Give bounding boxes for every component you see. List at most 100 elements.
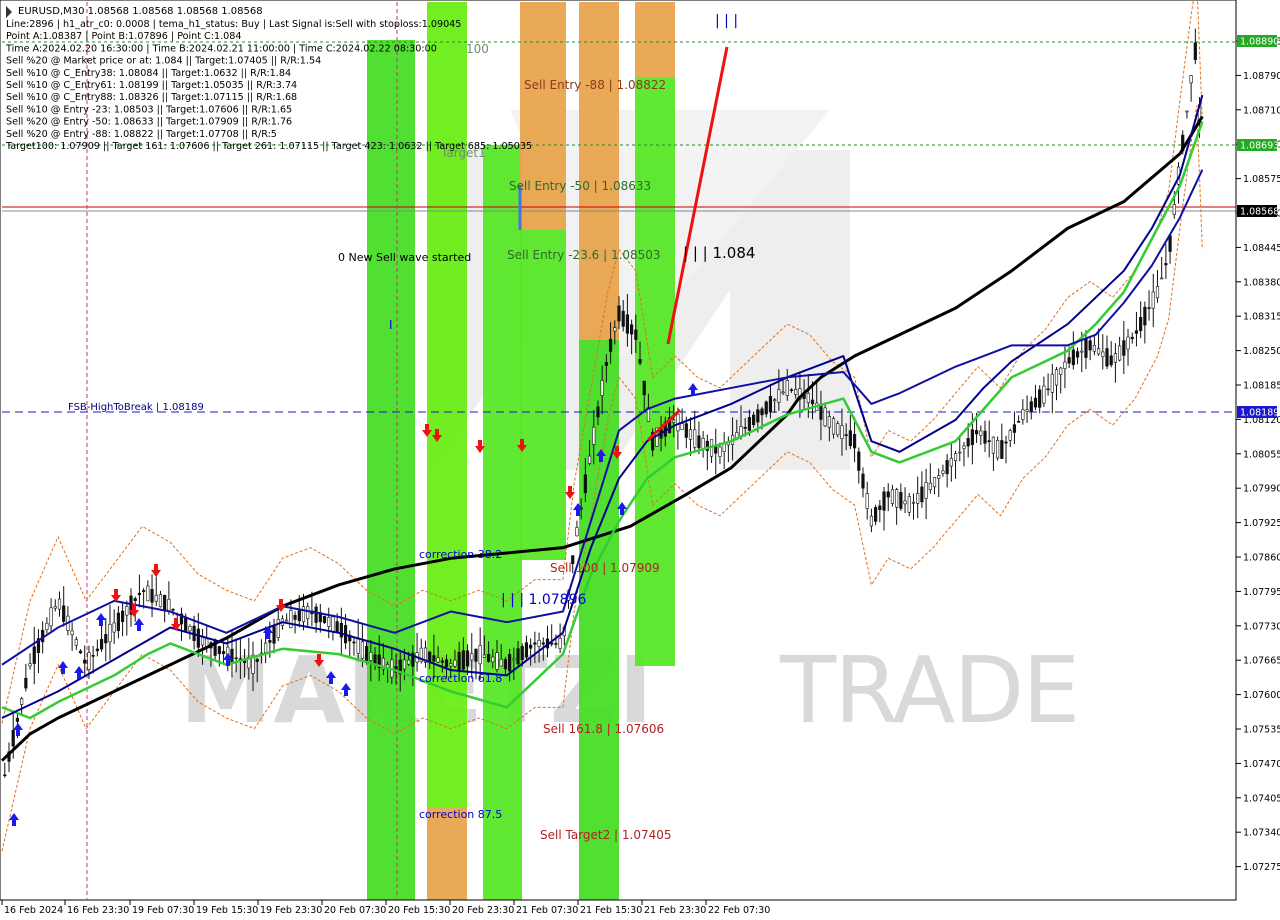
candle-body	[907, 496, 911, 513]
candle-body	[617, 305, 621, 322]
candle-body	[272, 626, 276, 644]
candle-body	[24, 677, 28, 689]
candle-body	[638, 359, 642, 364]
candle-body	[57, 598, 62, 610]
zone-bar	[579, 2, 619, 340]
candle-body	[171, 608, 175, 611]
candle-body	[74, 639, 78, 646]
annotation-label: | | | 1.07896	[501, 592, 586, 608]
candle-body	[1109, 355, 1113, 366]
candle-body	[920, 486, 924, 503]
y-tick-label: 1.07925	[1243, 518, 1280, 529]
y-tick-label: 1.07730	[1243, 621, 1280, 632]
candle-body	[773, 399, 777, 402]
candle-body	[861, 473, 865, 489]
candle-body	[1118, 345, 1122, 361]
candle-body	[285, 619, 289, 622]
x-tick-label: 20 Feb 15:30	[388, 905, 450, 916]
annotation-label: Sell 100 | 1.07909	[550, 561, 660, 575]
candle-body	[953, 453, 958, 462]
candle-body	[810, 399, 815, 405]
candle-body	[794, 389, 798, 395]
candle-body	[453, 659, 457, 667]
candle-body	[87, 652, 91, 670]
info-line: Sell %10 @ C_Entry61: 1.08199 || Target:…	[6, 80, 297, 91]
candle-body	[360, 641, 364, 659]
candle-body	[188, 625, 192, 632]
candle-body	[1080, 350, 1084, 353]
candle-body	[217, 646, 221, 655]
y-tick-label: 1.08710	[1243, 105, 1280, 116]
candle-body	[592, 426, 596, 445]
candle-body	[819, 404, 823, 420]
candle-body	[600, 380, 604, 396]
candle-body	[1008, 430, 1012, 441]
candle-body	[150, 589, 154, 603]
candle-body	[789, 389, 794, 391]
candle-body	[693, 429, 697, 448]
candle-body	[1038, 389, 1042, 408]
candle-body	[1050, 373, 1054, 393]
zone-bar	[635, 2, 675, 77]
candle-body	[747, 417, 752, 431]
candle-body	[184, 616, 188, 631]
candle-body	[970, 429, 974, 445]
candle-body	[1155, 286, 1160, 299]
x-tick-label: 16 Feb 23:30	[67, 905, 129, 916]
candle-body	[331, 616, 335, 633]
annotation-label: 100	[466, 42, 489, 56]
info-line: Line:2896 | h1_atr_c0: 0.0008 | tema_h1_…	[6, 19, 461, 30]
candle-body	[444, 659, 449, 668]
annotation-label: Sell 161.8 | 1.07606	[543, 722, 664, 736]
candle-body	[890, 489, 895, 504]
candle-body	[1101, 351, 1105, 358]
annotation-label: | | |	[715, 13, 738, 29]
x-tick-label: 16 Feb 2024	[4, 905, 63, 916]
candle-body	[1147, 307, 1151, 309]
candle-body	[806, 392, 810, 403]
price-tag-label: 1.08890	[1240, 37, 1279, 48]
candle-body	[373, 654, 377, 664]
candle-body	[1164, 263, 1168, 266]
candle-body	[432, 655, 436, 662]
x-tick-label: 19 Feb 23:30	[260, 905, 322, 916]
candle-body	[1130, 336, 1134, 340]
candle-body	[45, 622, 49, 630]
candle-body	[499, 658, 503, 667]
candle-body	[1096, 348, 1101, 355]
candle-body	[255, 659, 259, 662]
candle-body	[99, 639, 104, 650]
candle-body	[554, 643, 558, 645]
annotation-label: I	[389, 318, 393, 332]
candle-body	[886, 491, 890, 498]
candle-body	[1012, 424, 1017, 433]
candle-body	[339, 622, 343, 638]
candle-body	[1113, 353, 1118, 363]
candle-body	[407, 659, 411, 665]
zone-bar	[427, 808, 467, 900]
candle-body	[1054, 369, 1059, 386]
candle-body	[482, 654, 486, 658]
annotation-label: Sell Entry -23.6 | 1.08503	[507, 248, 661, 262]
candle-body	[95, 648, 99, 652]
candle-body	[32, 646, 36, 664]
candle-body	[1143, 306, 1147, 326]
zone-bar	[635, 77, 675, 666]
candle-body	[163, 594, 167, 612]
candle-body	[264, 642, 268, 653]
price-tag-label: 1.08693	[1240, 141, 1279, 152]
candle-body	[1185, 110, 1189, 113]
candle-body	[1063, 361, 1067, 369]
candle-body	[1046, 388, 1050, 391]
info-line: Sell %20 @ Market price or at: 1.084 || …	[6, 56, 321, 67]
annotation-label: Sell Entry -50 | 1.08633	[509, 179, 651, 193]
candle-body	[268, 640, 272, 643]
candle-body	[1084, 338, 1088, 358]
y-tick-label: 1.08185	[1243, 381, 1280, 392]
candle-body	[15, 717, 20, 722]
candle-body	[541, 642, 545, 645]
candle-body	[768, 396, 773, 412]
candle-body	[158, 594, 163, 608]
candle-body	[630, 324, 634, 335]
candle-body	[1042, 385, 1046, 404]
